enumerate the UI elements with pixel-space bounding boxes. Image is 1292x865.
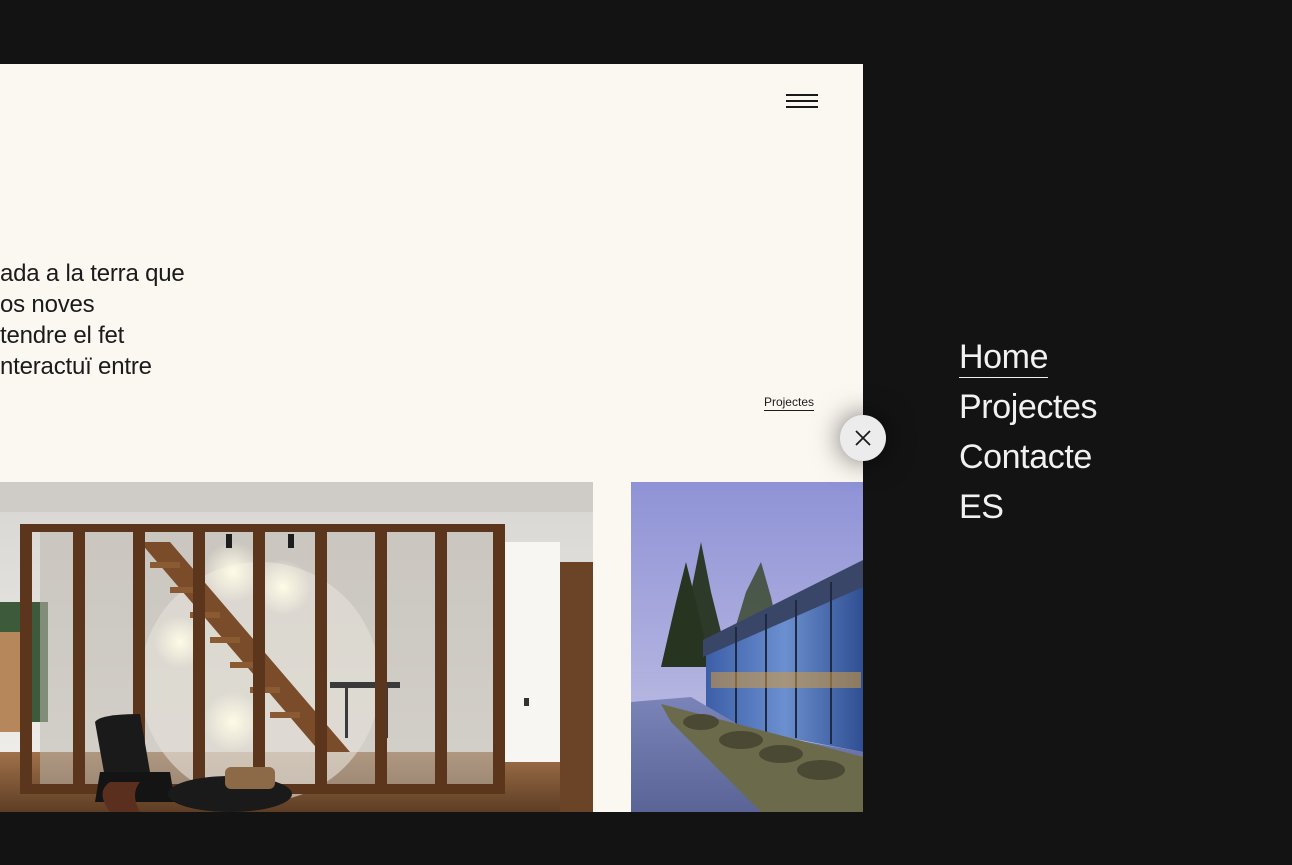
intro-line: os noves [0, 291, 95, 318]
hamburger-line [786, 100, 818, 102]
interior-photo[interactable] [0, 482, 593, 812]
hamburger-menu-icon[interactable] [784, 89, 820, 113]
page-preview-panel[interactable]: ada a la terra que os noves tendre el fe… [0, 64, 863, 812]
hamburger-line [786, 94, 818, 96]
main-nav-menu: Home Projectes Contacte ES [959, 333, 1098, 533]
intro-line: ada a la terra que [0, 260, 185, 287]
interior-photo-illustration [0, 482, 593, 812]
exterior-photo-illustration [631, 482, 863, 812]
nav-link-language-es[interactable]: ES [959, 488, 1004, 526]
nav-link-projectes[interactable]: Projectes [959, 388, 1098, 426]
exterior-photo[interactable] [631, 482, 863, 812]
projects-link[interactable]: Projectes [763, 395, 814, 411]
close-menu-button[interactable] [840, 415, 886, 461]
hamburger-line [786, 106, 818, 108]
intro-paragraph: ada a la terra que os noves tendre el fe… [0, 258, 220, 382]
nav-item-language: ES [959, 483, 1097, 533]
intro-line: nteractuï entre [0, 353, 152, 380]
nav-item-contacte: Contacte [959, 433, 1097, 483]
nav-link-contacte[interactable]: Contacte [959, 438, 1092, 476]
intro-line: tendre el fet [0, 322, 125, 349]
close-icon [855, 430, 871, 446]
nav-link-home[interactable]: Home [959, 338, 1049, 378]
nav-item-home: Home [959, 333, 1097, 383]
nav-item-projectes: Projectes [959, 383, 1098, 433]
